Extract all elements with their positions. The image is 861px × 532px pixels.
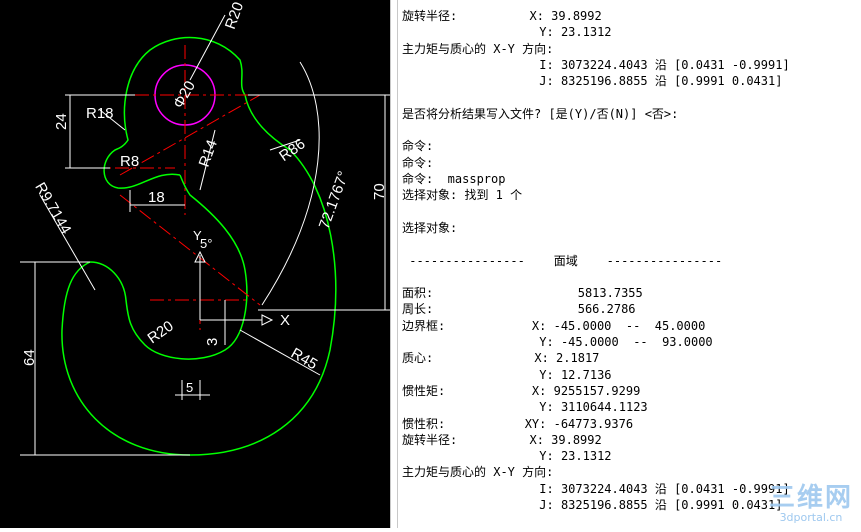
command-line: 主力矩与质心的 X-Y 方向: bbox=[402, 41, 554, 56]
command-line: 主力矩与质心的 X-Y 方向: bbox=[402, 465, 554, 480]
label-r45: R45 bbox=[288, 345, 320, 373]
command-line: 命令: bbox=[402, 139, 434, 154]
command-line: I: 3073224.4043 沿 [0.0431 -0.9991] bbox=[402, 57, 790, 72]
label-y-axis: Y bbox=[193, 228, 202, 243]
command-line: J: 8325196.8855 沿 [0.9991 0.0431] bbox=[402, 74, 783, 89]
label-x-axis: X bbox=[280, 312, 290, 329]
command-line: J: 8325196.8855 沿 [0.9991 0.0431] bbox=[402, 498, 783, 512]
command-line: 边界框: X: -45.0000 -- 45.0000 bbox=[402, 318, 706, 333]
command-line: Y: 3110644.1123 bbox=[402, 400, 648, 415]
label-angle5: 5° bbox=[200, 236, 212, 251]
label-dim24: 24 bbox=[53, 113, 70, 130]
dimension-lines bbox=[20, 14, 390, 456]
command-line: 旋转半径: X: 39.8992 bbox=[402, 9, 602, 23]
command-line: Y: -45.0000 -- 93.0000 bbox=[402, 335, 713, 349]
label-r97144: R9.7144 bbox=[31, 180, 74, 238]
command-line: 质心: X: 2.1817 bbox=[402, 351, 600, 366]
command-line: 面积: 5813.7355 bbox=[402, 286, 643, 301]
command-line: 旋转半径: X: 39.8992 bbox=[402, 432, 602, 447]
label-r14: R14 bbox=[196, 138, 221, 170]
command-line: 选择对象: 找到 1 个 bbox=[402, 188, 523, 203]
command-history-text: 旋转半径: X: 39.8992 Y: 23.1312 主力矩与质心的 X-Y 方… bbox=[398, 0, 861, 528]
label-r20-bottom: R20 bbox=[144, 318, 176, 348]
label-dim70: 70 bbox=[371, 183, 388, 200]
label-dim64: 64 bbox=[21, 349, 38, 366]
cad-drawing-canvas: R20 Φ20 R18 R8 R14 R86 24 18 70 72.1767°… bbox=[20, 0, 390, 456]
command-line: Y: 23.1312 bbox=[402, 449, 612, 464]
command-line: 是否将分析结果写入文件? [是(Y)/否(N)] <否>: bbox=[402, 106, 679, 121]
command-line: ---------------- 面域 ---------------- bbox=[402, 253, 723, 268]
command-line: Y: 23.1312 bbox=[402, 25, 612, 40]
label-r18: R18 bbox=[86, 105, 114, 122]
hook-outline bbox=[61, 36, 337, 456]
command-line: 惯性积: XY: -64773.9376 bbox=[402, 416, 634, 431]
label-r20-top: R20 bbox=[222, 0, 247, 32]
command-history-panel[interactable]: 旋转半径: X: 39.8992 Y: 23.1312 主力矩与质心的 X-Y 方… bbox=[398, 0, 861, 528]
label-dim18: 18 bbox=[148, 189, 165, 206]
command-line: 选择对象: bbox=[402, 220, 458, 235]
command-line: 命令: massprop bbox=[402, 172, 506, 186]
command-line: 命令: bbox=[402, 155, 434, 170]
command-line: I: 3073224.4043 沿 [0.0431 -0.9991] bbox=[402, 481, 790, 496]
label-r8: R8 bbox=[120, 153, 139, 170]
command-line: 惯性矩: X: 9255157.9299 bbox=[402, 383, 641, 398]
label-r86: R86 bbox=[276, 135, 308, 165]
label-dim5: 5 bbox=[186, 380, 193, 395]
command-line: 周长: 566.2786 bbox=[402, 302, 636, 317]
panel-splitter[interactable] bbox=[390, 0, 398, 528]
command-line: Y: 12.7136 bbox=[402, 367, 612, 382]
label-dim3: 3 bbox=[204, 338, 221, 346]
cad-drawing-viewport[interactable]: R20 Φ20 R18 R8 R14 R86 24 18 70 72.1767°… bbox=[0, 0, 390, 528]
